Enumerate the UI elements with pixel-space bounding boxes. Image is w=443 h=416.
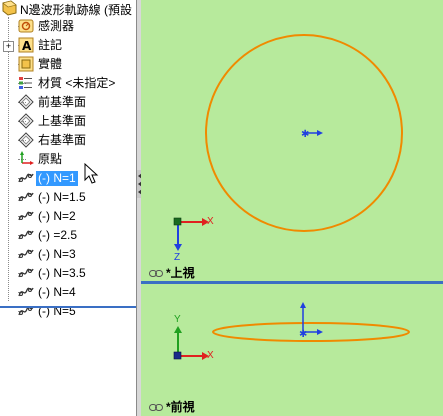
plane-icon [18, 132, 34, 148]
front-origin-marker: ✱ [299, 302, 323, 340]
top-view-label: *上視 [149, 264, 195, 281]
tree-item-label: (-) N=1.5 [38, 190, 86, 204]
curve-feature-icon [18, 246, 34, 262]
tree-item-label: 前基準面 [38, 95, 87, 109]
sketch-origin-marker: ✱ [301, 129, 323, 140]
tree-item[interactable]: 感測器 [0, 17, 136, 36]
tree-root-part[interactable]: N邊波形軌跡線 (預設 [0, 0, 136, 17]
link-views-icon[interactable] [149, 403, 163, 412]
curve-feature-icon [18, 227, 34, 243]
tree-item[interactable]: 右基準面 [0, 131, 136, 150]
tree-item-label: (-) N=2 [38, 209, 76, 223]
tree-item-label: (-) N=3 [38, 247, 76, 261]
tree-item-label: 感測器 [38, 19, 75, 33]
tree-item-label: (-) =2.5 [38, 228, 78, 242]
expand-toggle[interactable]: + [3, 41, 14, 52]
svg-text:✱: ✱ [301, 129, 309, 140]
top-axis-triad [173, 217, 209, 251]
curve-feature-icon [18, 170, 34, 186]
tree-item[interactable]: (-) N=3.5 [0, 264, 136, 283]
plane-icon [18, 113, 34, 129]
front-axis-triad [173, 326, 209, 360]
tree-item[interactable]: (-) N=1.5 [0, 188, 136, 207]
front-axis-y-label: Y [174, 314, 181, 325]
tree-item[interactable]: (-) N=3 [0, 245, 136, 264]
origin-icon [18, 151, 34, 167]
tree-item[interactable]: 上基準面 [0, 112, 136, 131]
front-view-graphics: ✱ [173, 302, 410, 360]
mouse-cursor-icon [84, 162, 102, 185]
tree-item[interactable]: (-) N=4 [0, 283, 136, 302]
viewport-front[interactable]: ✱ X Y *前視 [141, 284, 443, 416]
solid-body-icon [18, 56, 34, 72]
material-icon [18, 75, 34, 91]
svg-text:A: A [22, 39, 32, 53]
tree-item[interactable]: 前基準面 [0, 93, 136, 112]
front-axis-x-label: X [207, 350, 214, 361]
tree-item-label: 實體 [38, 57, 63, 71]
tree-item[interactable]: 原點 [0, 150, 136, 169]
feature-manager-tree: N邊波形軌跡線 (預設 感測器 + A 註記實體材質 <未指定> 前基準面上基準面右基準… [0, 0, 137, 416]
tree-item[interactable]: (-) N=1 [0, 169, 136, 188]
tree-item-label: (-) N=4 [38, 285, 76, 299]
tree-item-label: 上基準面 [38, 114, 87, 128]
part-icon [1, 0, 17, 16]
tree-item-label: 材質 <未指定> [38, 76, 116, 90]
curve-feature-icon [18, 208, 34, 224]
top-view-name: *上視 [166, 266, 195, 280]
tree-item[interactable]: (-) N=2 [0, 207, 136, 226]
tree-item-label: (-) N=1 [36, 171, 78, 186]
annotation-icon: A [18, 37, 34, 53]
top-view-graphics: ✱ [173, 34, 403, 251]
tree-root-label: N邊波形軌跡線 (預設 [20, 3, 132, 17]
link-views-icon[interactable] [149, 269, 163, 278]
sensor-icon [18, 18, 34, 34]
plane-icon [18, 94, 34, 110]
top-axis-x-label: X [207, 216, 214, 227]
top-axis-z-label: Z [174, 252, 181, 263]
tree-item-label: (-) N=3.5 [38, 266, 86, 280]
curve-feature-icon [18, 284, 34, 300]
front-view-name: *前視 [166, 400, 195, 414]
curve-feature-icon [18, 265, 34, 281]
viewport-top[interactable]: ✱ X Z *上視 [141, 0, 443, 281]
tree-item[interactable]: 材質 <未指定> [0, 74, 136, 93]
tree-item[interactable]: + A 註記 [0, 36, 136, 55]
front-view-label: *前視 [149, 398, 195, 415]
tree-item[interactable]: 實體 [0, 55, 136, 74]
tree-item-label: 右基準面 [38, 133, 87, 147]
tree-item[interactable]: (-) =2.5 [0, 226, 136, 245]
tree-bottom-border [0, 306, 136, 308]
tree-item[interactable]: (-) N=5 [0, 302, 136, 321]
curve-feature-icon [18, 189, 34, 205]
tree-item-label: 註記 [38, 38, 63, 52]
svg-text:✱: ✱ [299, 329, 307, 340]
tree-item-label: 原點 [38, 152, 63, 166]
